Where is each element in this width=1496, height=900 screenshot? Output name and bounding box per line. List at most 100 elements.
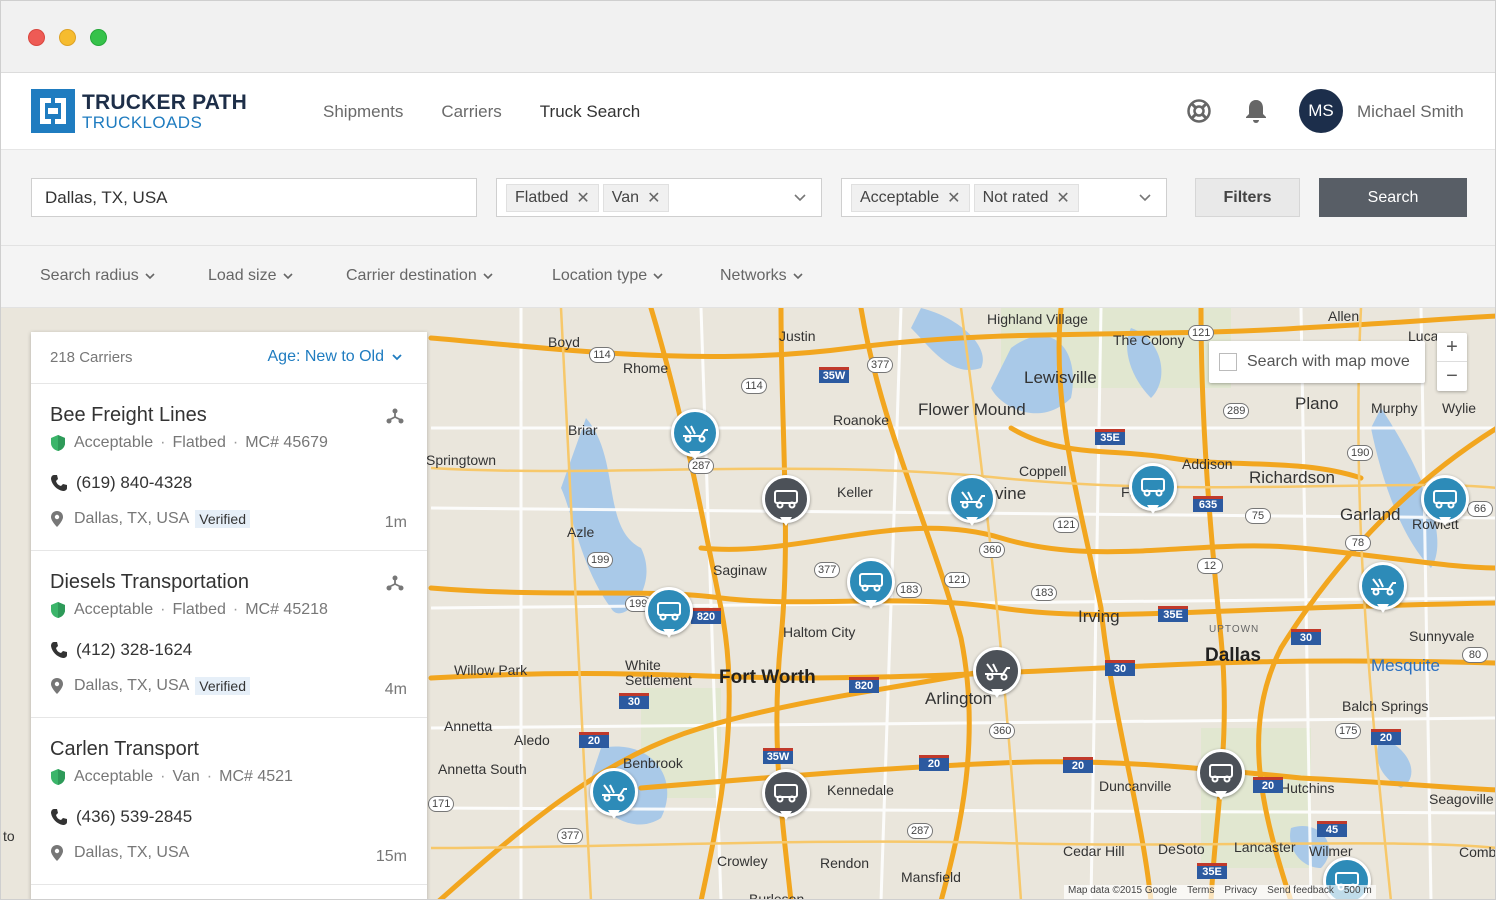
route-shield: 377: [557, 828, 584, 844]
truck-pin-van[interactable]: [1197, 749, 1245, 805]
carrier-age: 4m: [384, 681, 407, 698]
send-feedback-link[interactable]: Send feedback: [1267, 885, 1334, 899]
maximize-window-button[interactable]: [90, 29, 107, 46]
nav-carriers[interactable]: Carriers: [441, 102, 501, 122]
network-icon[interactable]: [385, 573, 405, 597]
search-radius-dropdown[interactable]: Search radius: [40, 267, 156, 285]
truck-pin-van[interactable]: [645, 587, 693, 643]
map-attribution: Map data ©2015 Google Terms Privacy Send…: [1064, 885, 1376, 899]
truck-pin-flatbed[interactable]: [973, 647, 1021, 703]
carrier-name[interactable]: Bee Freight Lines: [50, 404, 207, 427]
equipment-select[interactable]: Flatbed ✕ Van ✕: [496, 178, 822, 217]
city-coppell: Coppell: [1019, 463, 1067, 479]
interstate-shield: 20: [1253, 777, 1283, 793]
route-shield: 171: [428, 796, 455, 812]
location-input-value: Dallas, TX, USA: [45, 187, 168, 207]
carrier-age: 15m: [375, 848, 407, 865]
app-header: TRUCKER PATH TRUCKLOADS Shipments Carrie…: [1, 73, 1495, 150]
route-shield: 360: [989, 723, 1016, 739]
privacy-link[interactable]: Privacy: [1224, 885, 1257, 899]
route-shield: 75: [1245, 508, 1271, 524]
lifebuoy-icon[interactable]: [1186, 98, 1212, 128]
city-springtown: Springtown: [426, 452, 497, 468]
truck-pin-flatbed[interactable]: [1359, 562, 1407, 618]
networks-dropdown[interactable]: Networks: [720, 267, 804, 285]
rating-select[interactable]: Acceptable ✕ Not rated ✕: [841, 178, 1167, 217]
remove-flatbed-icon[interactable]: ✕: [576, 188, 589, 208]
route-shield: 183: [1031, 585, 1058, 601]
user-name[interactable]: Michael Smith: [1357, 102, 1464, 122]
carrier-phone[interactable]: (619) 840-4328: [50, 473, 192, 493]
carrier-phone[interactable]: (412) 328-1624: [50, 640, 192, 660]
chevron-down-icon[interactable]: [1138, 191, 1152, 205]
carrier-location: Dallas, TX, USA Verified: [50, 677, 250, 695]
search-button[interactable]: Search: [1319, 178, 1467, 217]
interstate-shield: 35E: [1197, 863, 1227, 879]
remove-acceptable-icon[interactable]: ✕: [947, 188, 960, 208]
city-irving-partial: vine: [995, 484, 1027, 503]
search-with-map-move-checkbox[interactable]: Search with map move: [1209, 341, 1425, 383]
carrier-name[interactable]: Diesels Transportation: [50, 571, 249, 594]
chevron-down-icon: [793, 273, 803, 280]
load-size-dropdown[interactable]: Load size: [208, 267, 294, 285]
location-input[interactable]: Dallas, TX, USA: [31, 178, 477, 217]
truck-pin-flatbed[interactable]: [948, 475, 996, 531]
chevron-down-icon[interactable]: [793, 191, 807, 205]
carrier-destination-dropdown[interactable]: Carrier destination: [346, 267, 494, 285]
city-addison: Addison: [1182, 456, 1233, 472]
nav-truck-search[interactable]: Truck Search: [540, 102, 640, 122]
flatbed-truck-icon: [1371, 578, 1396, 596]
bell-icon[interactable]: [1244, 98, 1268, 128]
location-pin-icon: [51, 845, 63, 861]
carrier-card[interactable]: Carlen Transport Acceptable · Van · MC# 45…: [31, 718, 427, 885]
truck-pin-van[interactable]: [1421, 475, 1469, 531]
city-garland: Garland: [1340, 505, 1401, 524]
minimize-window-button[interactable]: [59, 29, 76, 46]
interstate-shield: 35E: [1158, 606, 1188, 622]
nav-shipments[interactable]: Shipments: [323, 102, 403, 122]
flatbed-truck-icon: [602, 784, 627, 802]
carrier-name[interactable]: Carlen Transport: [50, 738, 199, 761]
route-shield: 360: [979, 542, 1006, 558]
truck-pin-van[interactable]: [1129, 463, 1177, 519]
title-bar: [1, 1, 1495, 73]
chevron-down-icon: [392, 354, 402, 361]
route-shield: 287: [907, 823, 934, 839]
logo[interactable]: TRUCKER PATH TRUCKLOADS: [31, 89, 247, 133]
carrier-location: Dallas, TX, USA Verified: [50, 510, 250, 528]
city-plano: Plano: [1295, 394, 1339, 413]
route-shield: 377: [814, 562, 841, 578]
sort-dropdown[interactable]: Age: New to Old: [268, 348, 404, 366]
location-type-dropdown[interactable]: Location type: [552, 267, 664, 285]
avatar[interactable]: MS: [1299, 89, 1343, 133]
zoom-out-button[interactable]: −: [1437, 362, 1467, 391]
city-justin: Justin: [779, 328, 816, 344]
terms-link[interactable]: Terms: [1187, 885, 1214, 899]
close-window-button[interactable]: [28, 29, 45, 46]
carrier-card[interactable]: Diesels Transportation Acceptable · Flatb…: [31, 551, 427, 718]
city-saginaw: Saginaw: [713, 562, 767, 578]
carrier-phone[interactable]: (436) 539-2845: [50, 807, 192, 827]
remove-van-icon[interactable]: ✕: [647, 188, 660, 208]
remove-not-rated-icon[interactable]: ✕: [1056, 188, 1069, 208]
scale-label: 500 m: [1343, 885, 1372, 896]
logo-icon: [31, 89, 75, 133]
city-mesquite: Mesquite: [1371, 656, 1440, 675]
truck-pin-van[interactable]: [847, 558, 895, 614]
shield-rating-icon: [51, 769, 65, 785]
city-dallas: Dallas: [1205, 645, 1261, 666]
verified-badge: Verified: [195, 510, 250, 528]
truck-pin-flatbed[interactable]: [590, 768, 638, 824]
filters-button[interactable]: Filters: [1195, 178, 1300, 217]
carrier-card[interactable]: Bee Freight Lines Acceptable · Flatbed · M…: [31, 384, 427, 551]
truck-pin-flatbed[interactable]: [671, 409, 719, 465]
truck-pin-van[interactable]: [762, 769, 810, 825]
network-icon[interactable]: [385, 406, 405, 430]
zoom-in-button[interactable]: +: [1437, 333, 1467, 362]
checkbox[interactable]: [1219, 353, 1237, 371]
city-hutchins: Hutchins: [1280, 780, 1335, 796]
zoom-control: + −: [1437, 333, 1467, 391]
city-highland-village: Highland Village: [987, 311, 1088, 327]
truck-pin-van[interactable]: [762, 475, 810, 531]
chevron-down-icon: [653, 273, 663, 280]
